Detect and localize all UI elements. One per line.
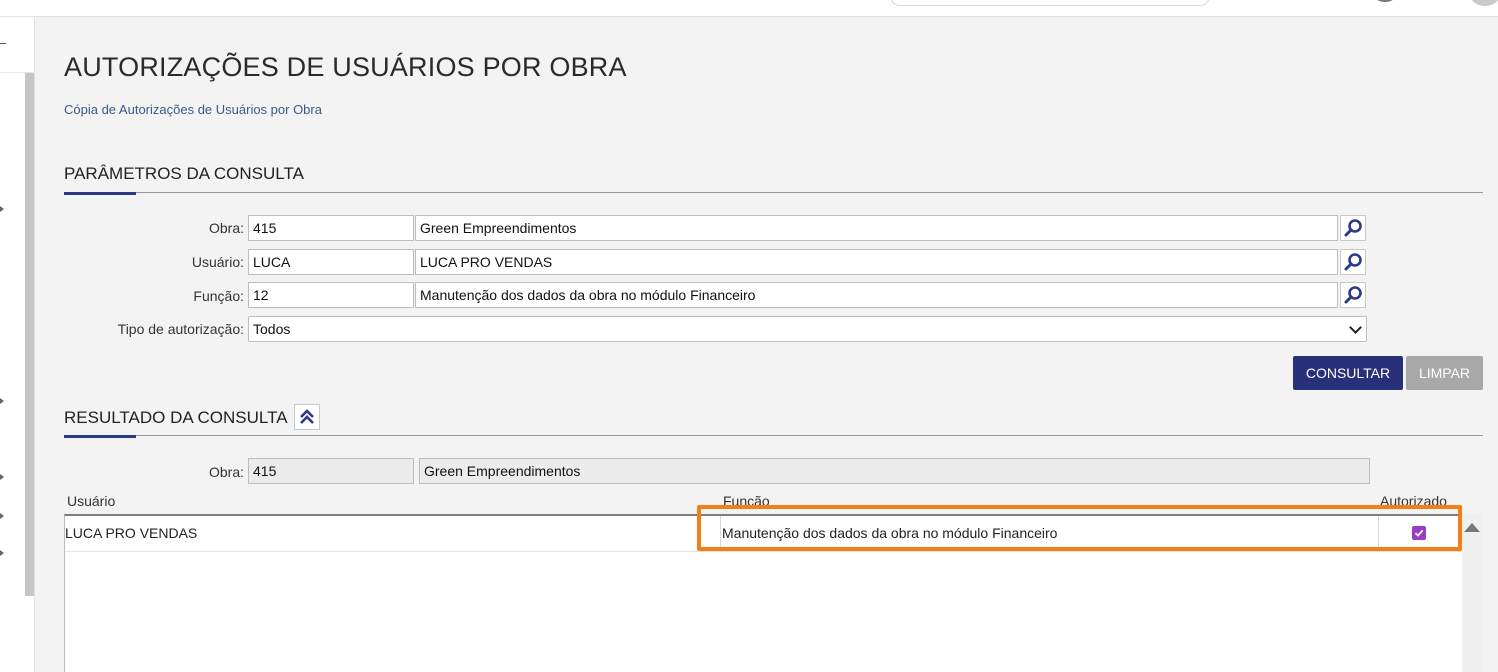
usuario-lookup-button[interactable] (1340, 249, 1366, 275)
params-section-title: PARÂMETROS DA CONSULTA (64, 164, 304, 183)
result-obra-name: Green Empreendimentos (419, 458, 1370, 484)
section-accent (64, 435, 136, 438)
highlight-box (697, 505, 1462, 551)
user-avatar[interactable] (1470, 0, 1498, 6)
copy-authorizations-link[interactable]: Cópia de Autorizações de Usuários por Ob… (64, 102, 322, 117)
search-icon (1344, 286, 1362, 304)
chevron-down-icon (1349, 321, 1362, 334)
tipo-autorizacao-value: Todos (253, 321, 291, 337)
left-sidebar (0, 17, 35, 672)
menu-expand-icon[interactable] (0, 550, 4, 556)
result-obra-label: Obra: (208, 464, 244, 480)
menu-expand-icon[interactable] (0, 398, 4, 404)
cell-usuario: LUCA PRO VENDAS (65, 525, 198, 541)
results-section-title: RESULTADO DA CONSULTA (64, 408, 288, 427)
obra-lookup-button[interactable] (1340, 215, 1366, 241)
section-accent (64, 192, 136, 195)
sidebar-scrollbar[interactable] (25, 73, 34, 596)
tipo-autorizacao-label: Tipo de autorização: (117, 321, 244, 337)
consultar-button[interactable]: CONSULTAR (1293, 356, 1403, 390)
double-chevron-up-icon (300, 409, 314, 424)
limpar-button[interactable]: LIMPAR (1406, 356, 1483, 390)
result-obra-code: 415 (248, 458, 414, 484)
collapse-results-button[interactable] (294, 404, 320, 430)
menu-expand-icon[interactable] (0, 513, 4, 519)
funcao-code-input[interactable]: 12 (248, 282, 414, 308)
search-icon (1344, 253, 1362, 271)
obra-code-input[interactable]: 415 (248, 215, 414, 241)
column-header-usuario[interactable]: Usuário (67, 493, 115, 509)
global-search-input[interactable] (890, 0, 1210, 6)
top-bar (0, 0, 1498, 17)
menu-expand-icon[interactable] (0, 206, 4, 212)
scroll-up-arrow-icon[interactable] (1464, 523, 1480, 532)
usuario-code-input[interactable]: LUCA (248, 249, 414, 275)
section-divider (64, 435, 1483, 436)
usuario-label: Usuário: (191, 254, 244, 270)
help-icon[interactable] (1374, 0, 1396, 2)
search-icon (1344, 219, 1362, 237)
menu-expand-icon[interactable] (0, 474, 4, 480)
obra-label: Obra: (208, 220, 244, 236)
grid-scrollbar[interactable] (1462, 514, 1482, 672)
page-title: AUTORIZAÇÕES DE USUÁRIOS POR OBRA (64, 52, 627, 82)
obra-name-input[interactable]: Green Empreendimentos (415, 215, 1338, 241)
section-divider (64, 192, 1483, 193)
funcao-name-input[interactable]: Manutenção dos dados da obra no módulo F… (415, 282, 1338, 308)
funcao-label: Função: (193, 288, 244, 304)
funcao-lookup-button[interactable] (1340, 282, 1366, 308)
usuario-name-input[interactable]: LUCA PRO VENDAS (415, 249, 1338, 275)
collapse-icon[interactable] (0, 43, 6, 44)
tipo-autorizacao-select[interactable]: Todos (248, 316, 1367, 342)
sidebar-header (0, 17, 35, 73)
